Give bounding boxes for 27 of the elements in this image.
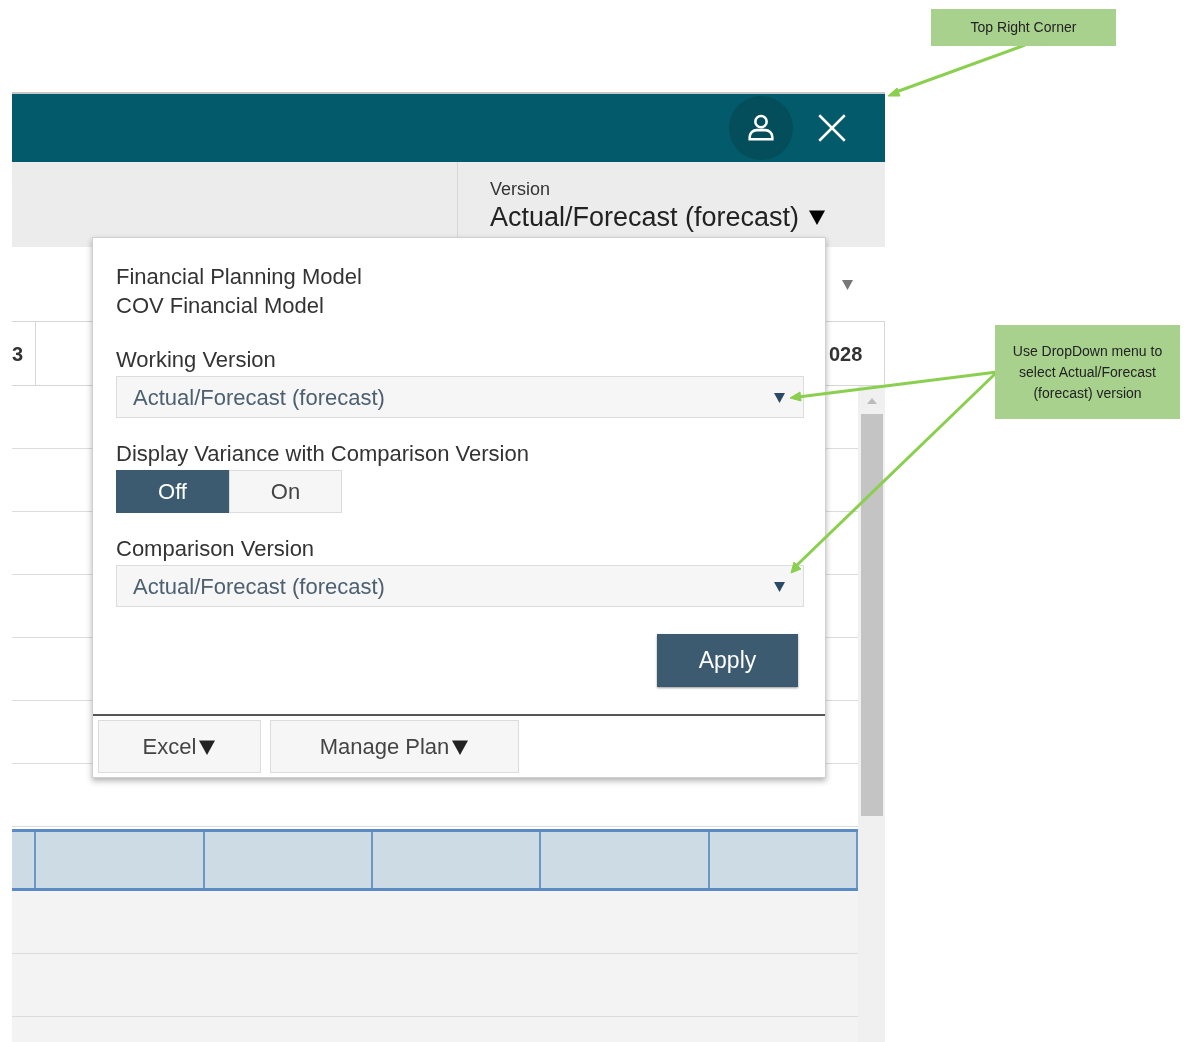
version-dropdown[interactable]: Actual/Forecast (forecast)	[116, 376, 804, 418]
caret-icon	[451, 738, 470, 755]
caret-icon	[198, 738, 217, 755]
table-header-cell: 3	[12, 322, 36, 385]
field-label: Display Variance with Comparison Version	[116, 440, 530, 468]
menu-button[interactable]: Excel	[98, 720, 261, 773]
model-name: COV Financial Model	[116, 292, 325, 320]
version-selector[interactable]: Actual/Forecast (forecast)	[490, 200, 885, 234]
caret-icon	[809, 209, 826, 225]
apply-button[interactable]: Apply	[657, 634, 798, 687]
field-label: Working Version	[116, 346, 277, 374]
model-name: Financial Planning Model	[116, 263, 363, 291]
field-label: Comparison Version	[116, 535, 316, 563]
scroll-up-icon[interactable]	[866, 398, 877, 404]
scrollbar[interactable]	[858, 386, 885, 1042]
menu-button[interactable]: Manage Plan	[270, 720, 519, 773]
annotation-callout: Use DropDown menu to select Actual/Forecast (forecast) version	[995, 325, 1180, 419]
scrollbar-thumb[interactable]	[860, 414, 883, 816]
version-label: Version	[490, 178, 552, 200]
caret-icon	[774, 580, 785, 592]
toggle-option[interactable]: Off	[116, 470, 229, 513]
caret-icon	[774, 391, 785, 403]
annotation-callout: Top Right Corner	[931, 9, 1116, 46]
toggle-option[interactable]: On	[229, 470, 342, 513]
table-header-cell: 028	[827, 322, 885, 385]
version-dropdown[interactable]: Actual/Forecast (forecast)	[116, 565, 804, 607]
caret-icon	[842, 278, 853, 290]
